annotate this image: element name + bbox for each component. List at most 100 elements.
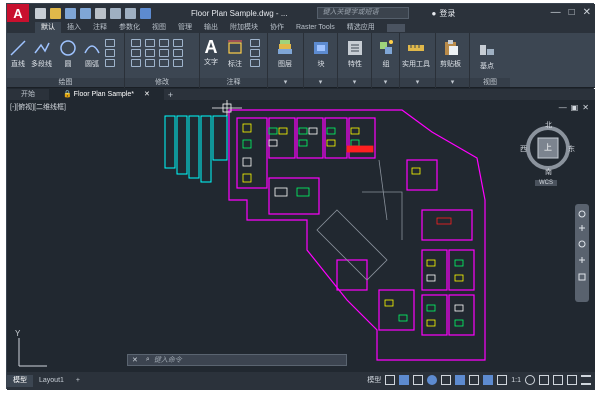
command-close-icon[interactable]: ✕ xyxy=(128,356,142,364)
fullscreen-icon[interactable] xyxy=(567,375,577,385)
tab-home[interactable]: 默认 xyxy=(35,22,61,33)
orbit-icon[interactable] xyxy=(579,257,585,263)
tab-collaborate[interactable]: 协作 xyxy=(264,22,290,33)
close-icon[interactable]: ✕ xyxy=(583,7,591,18)
hatch-icon[interactable] xyxy=(105,49,115,57)
model-space-button[interactable]: 模型 xyxy=(367,375,381,385)
ellipse-icon[interactable] xyxy=(105,59,115,67)
polar-icon[interactable] xyxy=(427,375,438,385)
saveas-icon[interactable] xyxy=(80,7,91,19)
tab-view[interactable]: 视图 xyxy=(146,22,172,33)
showmotion-icon[interactable] xyxy=(578,273,586,281)
customize-menu-icon[interactable] xyxy=(581,375,591,385)
login-button[interactable]: ● 登录 xyxy=(431,8,455,19)
rectangle-icon[interactable] xyxy=(105,39,115,47)
object-snap-icon[interactable] xyxy=(455,375,466,385)
base-button[interactable]: 基点 xyxy=(478,41,496,71)
viewcube-east[interactable]: 东 xyxy=(568,144,575,154)
dimension-button[interactable]: 标注 xyxy=(226,39,244,69)
tab-output[interactable]: 输出 xyxy=(198,22,224,33)
markup-icon[interactable] xyxy=(250,59,260,67)
maximize-icon[interactable]: □ xyxy=(569,7,575,18)
units-icon[interactable] xyxy=(553,375,563,385)
annotation-scale[interactable]: 1:1 xyxy=(511,377,521,384)
viewcube[interactable]: 北 南 西 东 上 WCS xyxy=(520,120,575,192)
fillet-icon[interactable] xyxy=(159,49,169,57)
arc-button[interactable]: 圆弧 xyxy=(83,39,101,69)
undo-icon[interactable] xyxy=(110,7,121,19)
copy-icon[interactable] xyxy=(131,49,141,57)
drawing-viewport[interactable]: [-][俯视][二维线框] — ▣ ✕ Y 北 南 西 东 上 WCS ✕ ⌕ … xyxy=(7,100,595,372)
zoom-icon[interactable] xyxy=(578,240,586,248)
command-input[interactable]: 键入命令 xyxy=(154,355,182,365)
view-group-label[interactable]: 视图 xyxy=(470,78,510,87)
plot-icon[interactable] xyxy=(95,7,106,19)
utilities-button[interactable]: 实用工具 xyxy=(402,39,430,69)
viewcube-north[interactable]: 北 xyxy=(545,120,552,130)
pan-icon[interactable] xyxy=(579,225,585,231)
save-icon[interactable] xyxy=(65,7,76,19)
block-group-label[interactable]: ▾ xyxy=(304,78,337,87)
offset-icon[interactable] xyxy=(173,59,183,67)
tab-raster-tools[interactable]: Raster Tools xyxy=(290,22,341,33)
trim-icon[interactable] xyxy=(159,39,169,47)
tab-model[interactable]: 模型 xyxy=(7,375,33,387)
snap-icon[interactable] xyxy=(399,375,410,385)
grid-icon[interactable] xyxy=(385,375,396,385)
group-button[interactable]: 组 xyxy=(377,39,395,69)
annotation-group-label[interactable]: 注释 xyxy=(200,78,267,87)
close-tab-icon[interactable]: ✕ xyxy=(144,91,150,98)
wcs-menu[interactable]: WCS xyxy=(535,180,557,186)
share-icon[interactable] xyxy=(140,7,151,19)
rotate-icon[interactable] xyxy=(145,39,155,47)
mirror-icon[interactable] xyxy=(145,49,155,57)
ribbon-toggle-button[interactable] xyxy=(386,23,405,32)
tab-floor-plan[interactable]: 🔒 Floor Plan Sample* ✕ xyxy=(49,89,164,100)
layer-button[interactable]: 图层 xyxy=(276,39,294,69)
leader-icon[interactable] xyxy=(250,39,260,47)
clipboard-group-label[interactable]: ▾ xyxy=(436,78,469,87)
explode-icon[interactable] xyxy=(173,49,183,57)
properties-button[interactable]: 特性 xyxy=(346,39,364,69)
command-line[interactable]: ✕ ⌕ 键入命令 xyxy=(127,354,347,366)
layer-group-label[interactable]: ▾ xyxy=(268,78,303,87)
array-icon[interactable] xyxy=(159,59,169,67)
tab-manage[interactable]: 管理 xyxy=(172,22,198,33)
new-icon[interactable] xyxy=(35,7,46,19)
line-button[interactable]: 直线 xyxy=(9,39,27,69)
lineweight-icon[interactable] xyxy=(469,375,480,385)
utilities-group-label[interactable]: ▾ xyxy=(400,78,435,87)
add-layout-button[interactable]: + xyxy=(70,375,86,387)
group-group-label[interactable]: ▾ xyxy=(372,78,399,87)
new-tab-button[interactable]: + xyxy=(168,90,173,100)
isodraft-icon[interactable] xyxy=(441,375,452,385)
tab-featured-apps[interactable]: 精选应用 xyxy=(341,22,381,33)
viewcube-top[interactable]: 上 xyxy=(544,142,552,153)
erase-icon[interactable] xyxy=(173,39,183,47)
plus-icon[interactable] xyxy=(539,375,549,385)
block-button[interactable]: 块 xyxy=(312,39,330,69)
gear-icon[interactable] xyxy=(525,375,535,385)
move-icon[interactable] xyxy=(131,39,141,47)
viewcube-west[interactable]: 西 xyxy=(520,144,527,154)
steering-wheel-icon[interactable] xyxy=(578,210,586,218)
selection-cycling-icon[interactable] xyxy=(483,375,494,385)
command-search-icon[interactable]: ⌕ xyxy=(142,356,154,364)
minimize-icon[interactable]: — xyxy=(551,7,561,18)
circle-button[interactable]: 圆 xyxy=(59,39,77,69)
tab-annotate[interactable]: 注释 xyxy=(87,22,113,33)
annotation-visibility-icon[interactable] xyxy=(497,375,508,385)
tab-start[interactable]: 开始 xyxy=(7,89,49,100)
tab-addins[interactable]: 附加模块 xyxy=(224,22,264,33)
stretch-icon[interactable] xyxy=(131,59,141,67)
clipboard-button[interactable]: 剪贴板 xyxy=(440,39,461,69)
tab-layout1[interactable]: Layout1 xyxy=(33,375,70,387)
autocad-logo[interactable]: A xyxy=(7,4,29,22)
draw-group-label[interactable]: 绘图 xyxy=(7,78,124,87)
tab-insert[interactable]: 插入 xyxy=(61,22,87,33)
tab-parametric[interactable]: 参数化 xyxy=(113,22,146,33)
ortho-icon[interactable] xyxy=(413,375,424,385)
text-button[interactable]: A 文字 xyxy=(204,37,218,67)
open-icon[interactable] xyxy=(50,7,61,19)
scale-icon[interactable] xyxy=(145,59,155,67)
